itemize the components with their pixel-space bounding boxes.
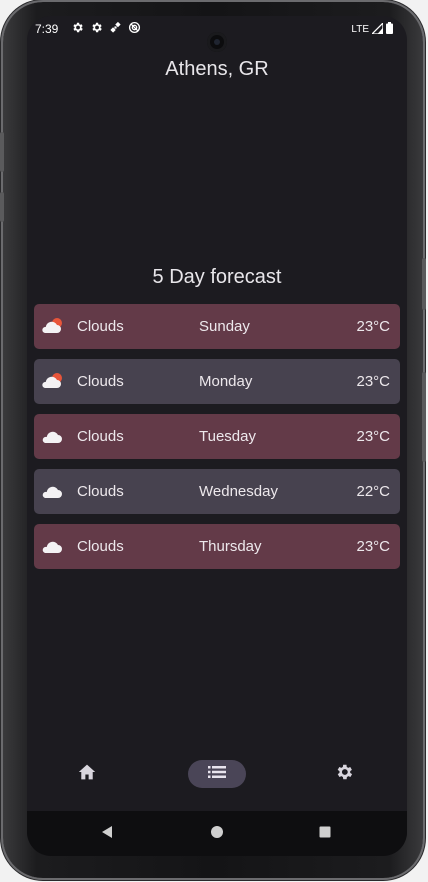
system-back-button[interactable] <box>97 824 117 844</box>
forecast-day: Sunday <box>199 318 250 335</box>
nav-home-button[interactable] <box>73 760 101 788</box>
status-notification-icons <box>71 21 142 35</box>
gear-icon <box>90 21 104 35</box>
forecast-row[interactable]: Clouds Tuesday 23°C <box>34 414 400 459</box>
forecast-temp: 22°C <box>356 483 390 500</box>
satellite-icon <box>109 21 123 35</box>
app-screen: 7:39 LTE Athens, GR 5 Day forecast Cloud… <box>27 16 407 856</box>
nav-settings-button[interactable] <box>330 760 358 788</box>
forecast-condition: Clouds <box>77 373 124 390</box>
cloud-icon <box>40 481 64 501</box>
home-icon <box>77 763 97 786</box>
forecast-condition: Clouds <box>77 428 124 445</box>
forecast-day: Tuesday <box>199 428 256 445</box>
network-type: LTE <box>351 24 369 35</box>
system-home-button[interactable] <box>207 824 227 844</box>
forecast-heading: 5 Day forecast <box>152 266 282 288</box>
forecast-temp: 23°C <box>356 318 390 335</box>
nav-forecast-button[interactable] <box>188 760 246 788</box>
side-button <box>0 132 4 172</box>
forecast-list: Clouds Sunday 23°C Clouds Monday 23°C Cl… <box>34 304 400 579</box>
home-circle-icon <box>210 825 224 844</box>
gear-icon <box>71 21 85 35</box>
no-disturb-icon <box>128 21 142 35</box>
partly-cloudy-icon <box>40 371 64 391</box>
partly-cloudy-icon <box>40 316 64 336</box>
bottom-navigation <box>27 746 407 811</box>
signal-icon <box>370 20 384 37</box>
forecast-temp: 23°C <box>356 373 390 390</box>
forecast-day: Wednesday <box>199 483 278 500</box>
battery-icon <box>386 22 393 37</box>
forecast-row[interactable]: Clouds Monday 23°C <box>34 359 400 404</box>
forecast-row[interactable]: Clouds Sunday 23°C <box>34 304 400 349</box>
forecast-condition: Clouds <box>77 318 124 335</box>
cloud-icon <box>40 536 64 556</box>
forecast-condition: Clouds <box>77 538 124 555</box>
forecast-temp: 23°C <box>356 538 390 555</box>
system-navigation-bar <box>27 811 407 856</box>
location-title: Athens, GR <box>165 58 269 80</box>
system-recents-button[interactable] <box>315 824 335 844</box>
cloud-icon <box>40 426 64 446</box>
forecast-row[interactable]: Clouds Wednesday 22°C <box>34 469 400 514</box>
forecast-row[interactable]: Clouds Thursday 23°C <box>34 524 400 569</box>
list-icon <box>208 765 226 784</box>
side-button <box>0 192 4 222</box>
forecast-day: Thursday <box>199 538 262 555</box>
settings-icon <box>334 762 354 787</box>
phone-frame: 7:39 LTE Athens, GR 5 Day forecast Cloud… <box>0 2 426 878</box>
back-icon <box>100 825 114 844</box>
forecast-temp: 23°C <box>356 428 390 445</box>
volume-button <box>422 372 426 462</box>
recents-icon <box>318 825 332 844</box>
forecast-condition: Clouds <box>77 483 124 500</box>
front-camera <box>207 32 227 52</box>
forecast-day: Monday <box>199 373 253 390</box>
status-time: 7:39 <box>35 22 59 36</box>
power-button <box>422 258 426 310</box>
status-right: LTE <box>351 20 393 37</box>
